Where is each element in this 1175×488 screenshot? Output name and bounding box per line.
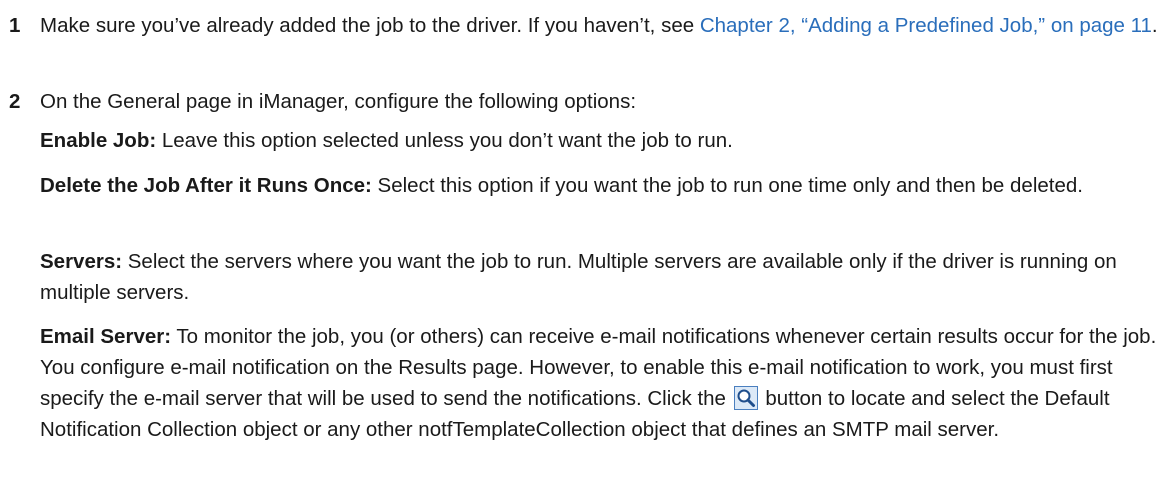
step-1-text-before: Make sure you’ve already added the job t… bbox=[40, 14, 700, 37]
step-1-text-after: . bbox=[1151, 14, 1158, 37]
step-number: 1 bbox=[9, 14, 21, 37]
option-servers: Servers: Select the servers where you wa… bbox=[40, 246, 1168, 308]
option-email-server: Email Server: To monitor the job, you (o… bbox=[40, 321, 1168, 445]
option-description: Leave this option selected unless you do… bbox=[156, 129, 733, 152]
option-term: Servers: bbox=[40, 250, 123, 273]
option-delete-job-after-run: Delete the Job After it Runs Once: Selec… bbox=[40, 170, 1168, 201]
option-term: Email Server: bbox=[40, 325, 172, 348]
document-page: 1 Make sure you’ve already added the job… bbox=[0, 0, 1175, 488]
step-number: 2 bbox=[9, 90, 21, 113]
step-1-text: Make sure you’ve already added the job t… bbox=[40, 10, 1165, 41]
chapter-2-link[interactable]: Chapter 2, “Adding a Predefined Job,” on… bbox=[700, 14, 1152, 37]
option-term: Delete the Job After it Runs Once: bbox=[40, 174, 372, 197]
search-browse-icon[interactable] bbox=[733, 386, 758, 410]
step-2-text: On the General page in iManager, configu… bbox=[40, 90, 637, 113]
option-description: Select the servers where you want the jo… bbox=[40, 250, 1117, 304]
option-description: Select this option if you want the job t… bbox=[371, 174, 1083, 197]
option-enable-job: Enable Job: Leave this option selected u… bbox=[40, 125, 1168, 156]
option-term: Enable Job: bbox=[40, 129, 157, 152]
